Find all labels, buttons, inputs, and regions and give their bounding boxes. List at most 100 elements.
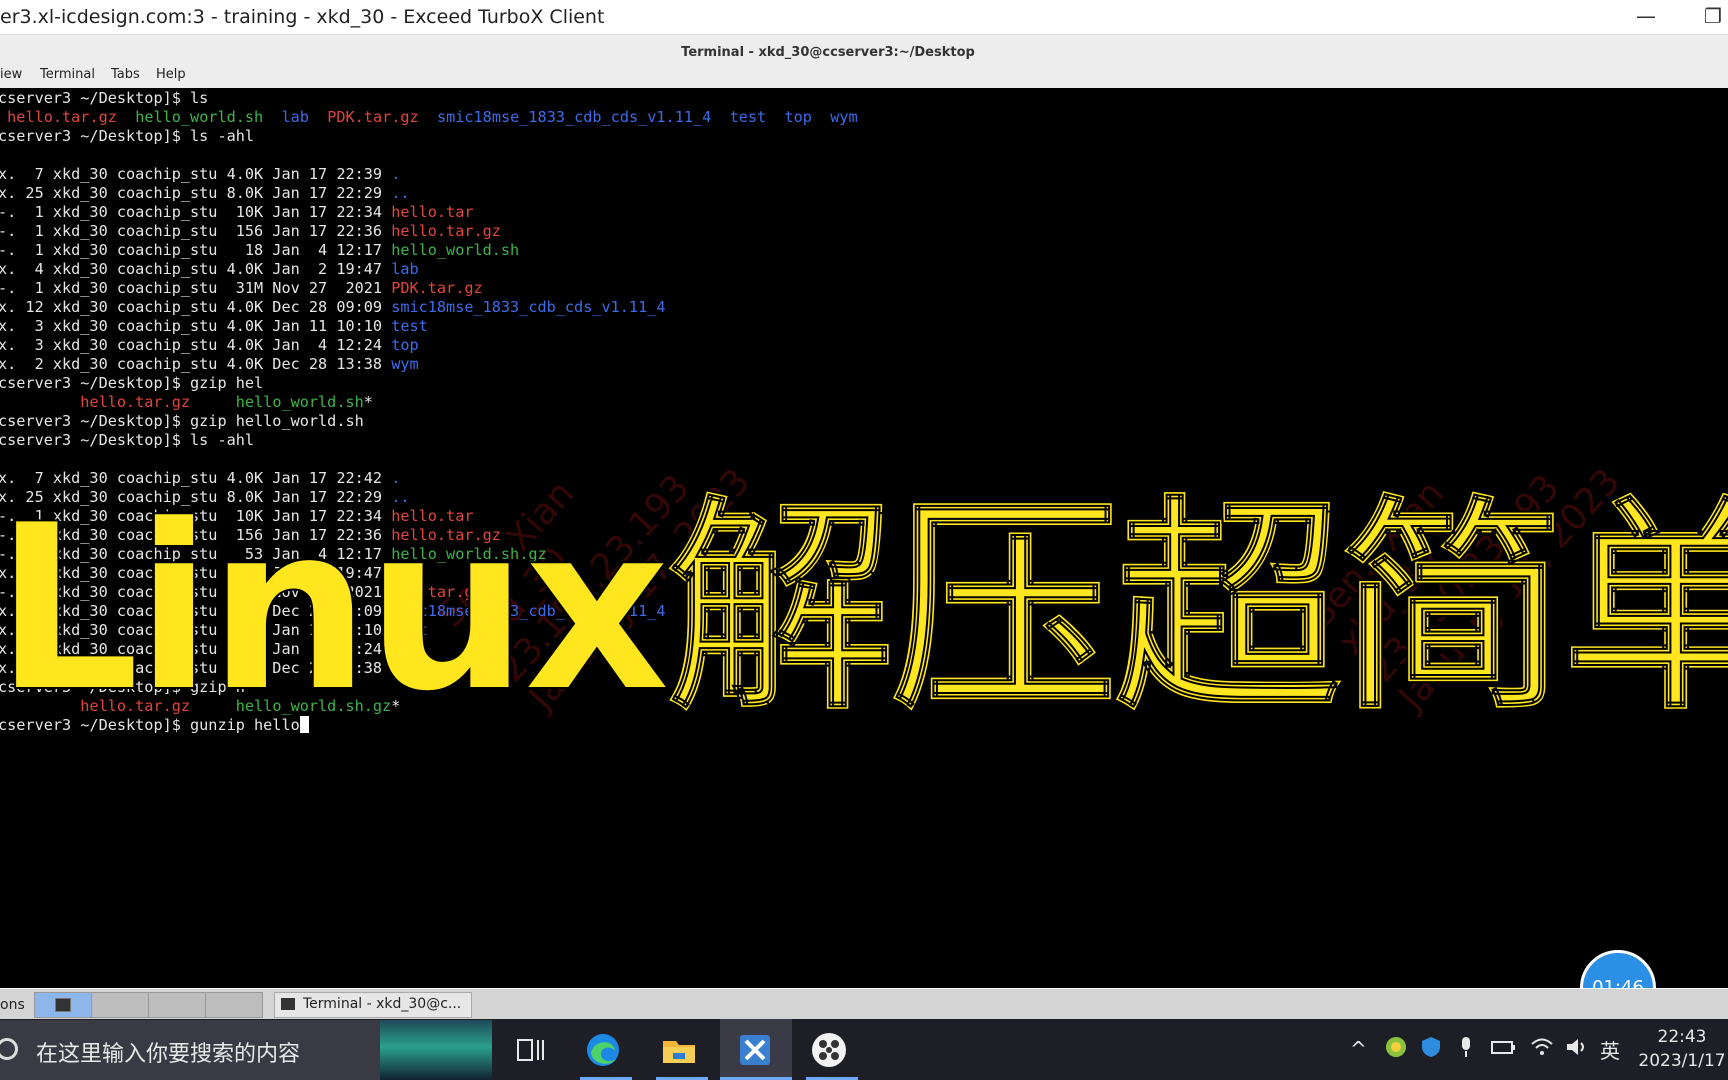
window-title: er3.xl-icdesign.com:3 - training - xkd_3…	[0, 6, 605, 28]
battery-icon[interactable]	[1490, 1035, 1516, 1059]
terminal-line: x. 12 xkd_30 coachip_stu 4.0K Dec 28 09:…	[0, 298, 858, 317]
terminal-line: -. 1 xkd_30 coachip_stu 156 Jan 17 22:36…	[0, 222, 858, 241]
applications-menu[interactable]: ons	[0, 997, 25, 1013]
exceed-turbox-icon[interactable]	[736, 1031, 774, 1069]
terminal-line: hello.tar.gz hello_world.sh lab PDK.tar.…	[0, 108, 858, 127]
volume-icon[interactable]	[1564, 1035, 1588, 1059]
terminal-text: smic18mse_1833_cdb_cds_v1.11_4	[391, 298, 666, 316]
terminal-text: wym	[830, 108, 858, 126]
menubar: iew Terminal Tabs Help	[0, 62, 1728, 89]
terminal-text: -. 1 xkd_30 coachip_stu 18 Jan 4 12:17	[0, 241, 392, 259]
terminal-text: PDK.tar.gz	[327, 108, 419, 126]
wifi-icon[interactable]	[1530, 1035, 1554, 1059]
minimize-icon[interactable]: —	[1636, 4, 1656, 28]
workspace-3[interactable]	[148, 992, 206, 1018]
terminal-text: test	[391, 317, 428, 335]
terminal-line: cserver3 ~/Desktop]$ gzip hello_world.sh	[0, 412, 858, 431]
taskbar-terminal-button[interactable]: Terminal - xkd_30@c...	[274, 992, 472, 1018]
terminal-line: x. 7 xkd_30 coachip_stu 4.0K Jan 17 22:3…	[0, 165, 858, 184]
terminal-text: lab	[281, 108, 309, 126]
ime-indicator[interactable]: 英	[1600, 1035, 1620, 1064]
terminal-text: PDK.tar.gz	[391, 279, 483, 297]
search-placeholder: 在这里输入你要搜索的内容	[36, 1042, 301, 1067]
terminal-text: hello.tar	[391, 203, 474, 221]
terminal-text: -. 1 xkd_30 coachip_stu 10K Jan 17 22:34	[0, 203, 392, 221]
terminal-line: -. 1 xkd_30 coachip_stu 10K Jan 17 22:34…	[0, 203, 858, 222]
search-box[interactable]: 在这里输入你要搜索的内容	[0, 1020, 492, 1080]
terminal-text: cserver3 ~/Desktop]$ gzip hello_world.sh	[0, 412, 364, 430]
system-clock[interactable]: 22:43 2023/1/17	[1636, 1025, 1728, 1073]
terminal-text: hello.tar.gz	[80, 393, 191, 411]
terminal-text: test	[729, 108, 767, 126]
app-dots-icon[interactable]	[810, 1031, 848, 1069]
terminal-line: x. 3 xkd_30 coachip_stu 4.0K Jan 11 10:1…	[0, 317, 858, 336]
terminal-text: x. 7 xkd_30 coachip_stu 4.0K Jan 17 22:3…	[0, 165, 392, 183]
terminal-text: top	[391, 336, 419, 354]
edge-browser-icon[interactable]	[584, 1031, 622, 1069]
terminal-text: hello_world.sh	[135, 108, 264, 126]
terminal-line: x. 3 xkd_30 coachip_stu 4.0K Jan 4 12:24…	[0, 336, 858, 355]
terminal-text: cserver3 ~/Desktop]$ ls -ahl	[0, 127, 255, 145]
windows-taskbar: 在这里输入你要搜索的内容 ^ 英 22:43 2023/1/17	[0, 1019, 1728, 1080]
menu-view[interactable]: iew	[0, 67, 22, 82]
workspace-4[interactable]	[205, 992, 263, 1018]
workspace-2[interactable]	[91, 992, 149, 1018]
tray-app-icon[interactable]	[1384, 1035, 1408, 1059]
task-view-icon[interactable]	[512, 1031, 550, 1069]
terminal-line: -. 1 xkd_30 coachip_stu 31M Nov 27 2021 …	[0, 279, 858, 298]
terminal-text: *	[363, 393, 373, 411]
terminal-text: x. 12 xkd_30 coachip_stu 4.0K Dec 28 09:…	[0, 298, 392, 316]
terminal-text: top	[784, 108, 812, 126]
terminal-text: wym	[391, 355, 419, 373]
x-taskbar: ons Terminal - xkd_30@c...	[0, 988, 1728, 1019]
clock-date: 2023/1/17	[1638, 1051, 1726, 1071]
file-explorer-icon[interactable]	[660, 1031, 698, 1069]
microphone-icon[interactable]	[1456, 1035, 1476, 1059]
menu-tabs[interactable]: Tabs	[111, 67, 140, 82]
terminal-text: hello.tar.gz	[391, 222, 501, 240]
terminal-text: ..	[391, 184, 410, 202]
clock-time: 22:43	[1657, 1027, 1707, 1047]
terminal-line: cserver3 ~/Desktop]$ gzip hel	[0, 374, 858, 393]
terminal-line: x. 2 xkd_30 coachip_stu 4.0K Dec 28 13:3…	[0, 355, 858, 374]
terminal-text: x. 4 xkd_30 coachip_stu 4.0K Jan 2 19:47	[0, 260, 392, 278]
overlay-title: Linux解压超简单	[0, 476, 1728, 743]
workspace-1[interactable]	[34, 992, 92, 1018]
terminal-text: x. 2 xkd_30 coachip_stu 4.0K Dec 28 13:3…	[0, 355, 392, 373]
terminal-text: cserver3 ~/Desktop]$ ls	[0, 89, 209, 107]
terminal-line: cserver3 ~/Desktop]$ ls -ahl	[0, 431, 858, 450]
shield-icon[interactable]	[1420, 1035, 1442, 1059]
restore-icon[interactable]: ❐	[1704, 4, 1722, 28]
chevron-up-icon[interactable]: ^	[1350, 1037, 1367, 1061]
terminal-line: x. 4 xkd_30 coachip_stu 4.0K Jan 2 19:47…	[0, 260, 858, 279]
terminal-text: x. 3 xkd_30 coachip_stu 4.0K Jan 11 10:1…	[0, 317, 392, 335]
terminal-text: hello_world.sh	[391, 241, 520, 259]
terminal-text: .	[391, 165, 401, 183]
search-highlight-image	[380, 1020, 492, 1080]
window-title-bar: er3.xl-icdesign.com:3 - training - xkd_3…	[0, 0, 1728, 35]
terminal-icon	[55, 998, 71, 1012]
terminal-text: hello_world.sh	[235, 393, 364, 411]
menu-terminal[interactable]: Terminal	[40, 67, 95, 82]
terminal-text: smic18mse_1833_cdb_cds_v1.11_4	[436, 108, 712, 126]
search-icon	[0, 1038, 18, 1060]
menu-help[interactable]: Help	[156, 67, 186, 82]
terminal-title: Terminal - xkd_30@ccserver3:~/Desktop	[681, 45, 975, 60]
terminal-icon	[281, 998, 295, 1010]
terminal-text: cserver3 ~/Desktop]$ ls -ahl	[0, 431, 255, 449]
terminal-text: x. 3 xkd_30 coachip_stu 4.0K Jan 4 12:24	[0, 336, 392, 354]
terminal-text: lab	[391, 260, 419, 278]
terminal-line: hello.tar.gz hello_world.sh*	[0, 393, 858, 412]
terminal-text: -. 1 xkd_30 coachip_stu 156 Jan 17 22:36	[0, 222, 392, 240]
terminal-line: -. 1 xkd_30 coachip_stu 18 Jan 4 12:17 h…	[0, 241, 858, 260]
